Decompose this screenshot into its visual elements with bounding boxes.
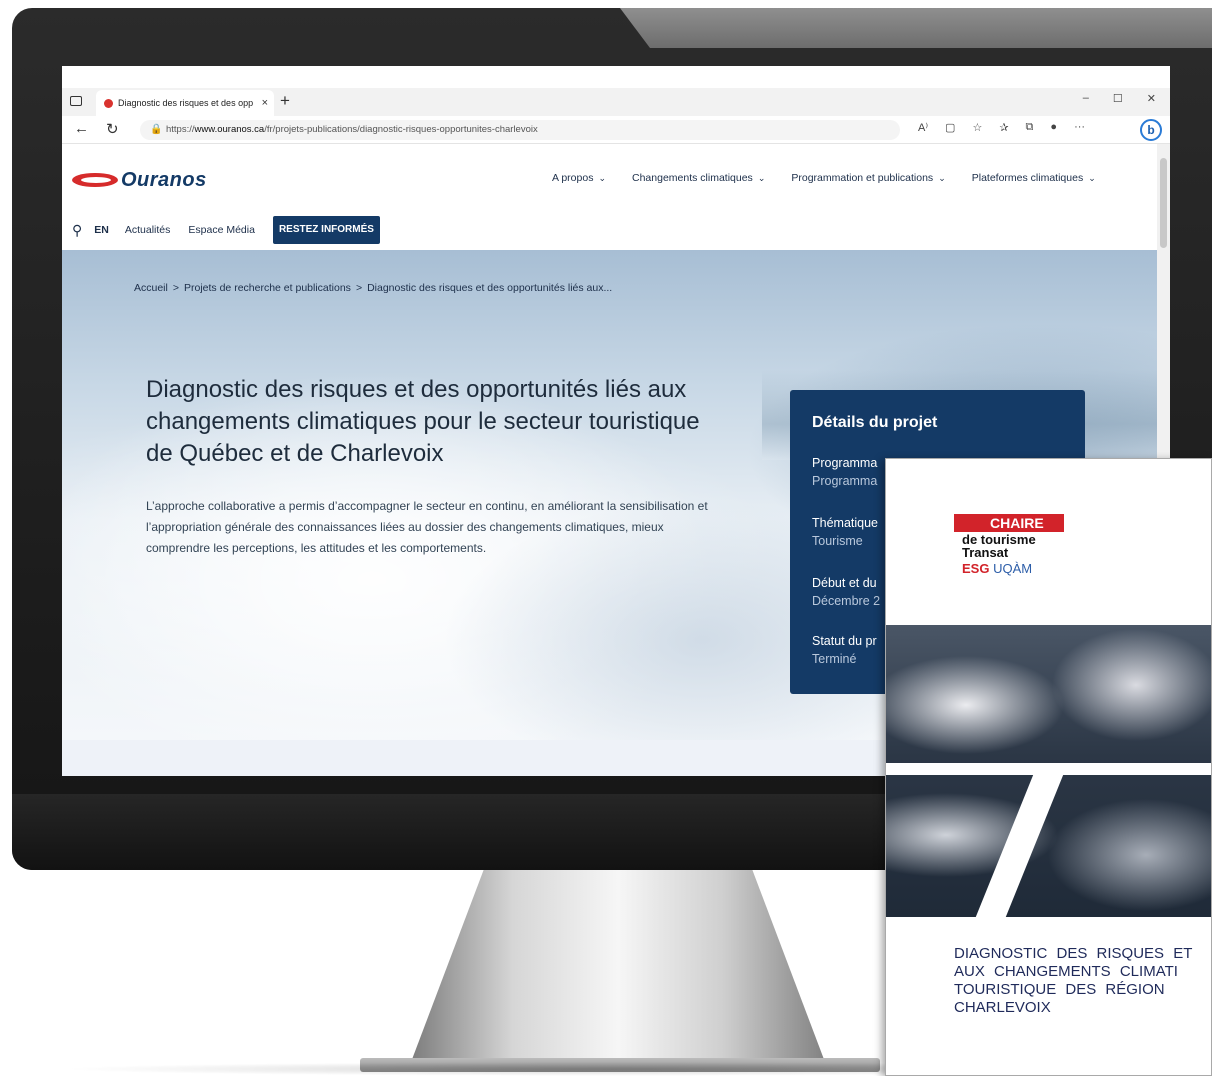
details-title: Détails du projet [812, 414, 938, 431]
chaire-bar: CHAIRE [954, 514, 1064, 532]
lock-icon: 🔒 [150, 124, 163, 135]
detail-dates: Début et du Décembre 2 [812, 574, 880, 610]
chevron-down-icon: ⌄ [1088, 173, 1096, 183]
new-tab-icon[interactable]: + [280, 91, 290, 111]
detail-label: Thématique [812, 516, 879, 530]
url-domain: www.ouranos.ca [194, 124, 265, 135]
ouranos-favicon-icon [104, 99, 113, 108]
favorite-star-icon[interactable]: ☆ [972, 121, 982, 134]
search-icon[interactable]: ⚲ [72, 222, 82, 239]
detail-label: Programma [812, 456, 878, 470]
detail-theme: Thématique Tourisme [812, 514, 878, 550]
chevron-down-icon: ⌄ [938, 173, 946, 183]
uqam-text: UQÀM [993, 561, 1033, 576]
main-nav: A propos ⌄ Changements climatiques ⌄ Progr… [552, 172, 1096, 184]
detail-value: Tourisme [812, 534, 863, 548]
breadcrumb: Accueil > Projets de recherche et publicat… [134, 282, 612, 294]
nav-item-a-propos[interactable]: A propos ⌄ [552, 172, 606, 184]
minimize-icon[interactable]: – [1083, 92, 1089, 105]
ouranos-logo-mark-icon [72, 173, 118, 187]
breadcrumb-current: Diagnostic des risques et des opportunit… [367, 282, 613, 294]
site-header: Ouranos A propos ⌄ Changements climatique… [62, 144, 1157, 250]
scrollbar-thumb[interactable] [1160, 158, 1167, 248]
monitor-stand [408, 870, 828, 1070]
browser-tab[interactable]: Diagnostic des risques et des opp × [96, 90, 274, 116]
language-switch[interactable]: EN [94, 224, 109, 236]
page-title: Diagnostic des risques et des opportunit… [146, 376, 700, 467]
tab-close-icon[interactable]: × [262, 90, 268, 116]
breadcrumb-home[interactable]: Accueil [134, 282, 168, 294]
detail-value: Décembre 2 [812, 594, 881, 608]
collections-icon[interactable]: ⧉ [1026, 121, 1034, 134]
back-arrow-icon[interactable]: ← [74, 120, 89, 137]
breadcrumb-separator: > [172, 282, 179, 294]
newsletter-button[interactable]: RESTEZ INFORMÉS [272, 216, 380, 244]
nav-item-programmation[interactable]: Programmation et publications ⌄ [791, 172, 945, 184]
breadcrumb-projects[interactable]: Projets de recherche et publications [184, 282, 351, 294]
media-link[interactable]: Espace Média [188, 224, 255, 236]
detail-label: Statut du pr [812, 634, 877, 648]
favorites-icon[interactable]: ✰ [999, 121, 1008, 134]
tab-actions-icon[interactable] [70, 96, 82, 106]
logo-text: Ouranos [121, 168, 207, 191]
bezel-reflection [620, 8, 1212, 48]
address-bar[interactable]: 🔒 https://www.ouranos.ca/fr/projets-publ… [140, 120, 900, 140]
chevron-down-icon: ⌄ [598, 173, 606, 183]
read-aloud-icon[interactable]: A⁾ [918, 121, 928, 134]
report-title-line: DIAGNOSTIC DES RISQUES ET [954, 945, 1193, 962]
window-controls: – ☐ ✕ [1083, 92, 1156, 105]
report-title-line: TOURISTIQUE DES RÉGION [954, 981, 1165, 998]
nav-label: Changements climatiques [632, 172, 753, 184]
browser-toolbar: ← ↻ 🔒 https://www.ouranos.ca/fr/projets-… [62, 116, 1170, 144]
breadcrumb-separator: > [355, 282, 363, 294]
immersive-reader-icon[interactable]: ▢ [945, 121, 955, 134]
nav-item-changements-climatiques[interactable]: Changements climatiques ⌄ [632, 172, 765, 184]
nav-item-plateformes[interactable]: Plateformes climatiques ⌄ [972, 172, 1096, 184]
ouranos-logo[interactable]: Ouranos [72, 168, 207, 192]
news-link[interactable]: Actualités [125, 224, 171, 236]
chaire-line: Transat [962, 545, 1009, 560]
detail-program: Programma Programma [812, 454, 877, 490]
maximize-icon[interactable]: ☐ [1113, 92, 1123, 105]
bing-chat-icon[interactable]: b [1140, 119, 1162, 141]
more-menu-icon[interactable]: ··· [1074, 121, 1085, 134]
report-title: DIAGNOSTIC DES RISQUES ET AUX CHANGEMENT… [954, 945, 1211, 1017]
report-cover: CHAIRE de tourisme Transat ESG UQÀM DIAG… [885, 458, 1212, 1076]
nav-label: Programmation et publications [791, 172, 934, 184]
url-scheme: https:// [166, 124, 195, 135]
esg-uqam-mark: ESG UQÀM [962, 561, 1064, 577]
detail-label: Début et du [812, 576, 877, 590]
report-title-line: CHARLEVOIX [954, 999, 1051, 1016]
toolbar-icons: A⁾ ▢ ☆ ✰ ⧉ ● ··· [918, 121, 1085, 134]
detail-value: Terminé [812, 652, 857, 666]
page-description: L’approche collaborative a permis d’acco… [146, 499, 708, 555]
close-window-icon[interactable]: ✕ [1147, 92, 1156, 105]
detail-value: Programma [812, 474, 878, 488]
url-path: /fr/projets-publications/diagnostic-risq… [264, 124, 538, 135]
esg-text: ESG [962, 561, 990, 576]
reload-icon[interactable]: ↻ [106, 120, 119, 138]
nav-label: A propos [552, 172, 594, 184]
profile-avatar-icon[interactable]: ● [1050, 121, 1057, 134]
browser-tabbar: Diagnostic des risques et des opp × + – … [62, 88, 1170, 116]
clouds-photo [886, 625, 1211, 917]
utility-nav: ⚲ EN Actualités Espace Média RESTEZ INFO… [72, 216, 380, 244]
detail-status: Statut du pr Terminé [812, 632, 877, 668]
photo-divider [969, 763, 1068, 917]
chaire-tourisme-logo: CHAIRE de tourisme Transat ESG UQÀM [954, 514, 1064, 577]
report-title-line: AUX CHANGEMENTS CLIMATI [954, 963, 1178, 980]
chevron-down-icon: ⌄ [757, 173, 766, 183]
tab-title: Diagnostic des risques et des opp [118, 98, 254, 108]
nav-label: Plateformes climatiques [971, 172, 1084, 184]
